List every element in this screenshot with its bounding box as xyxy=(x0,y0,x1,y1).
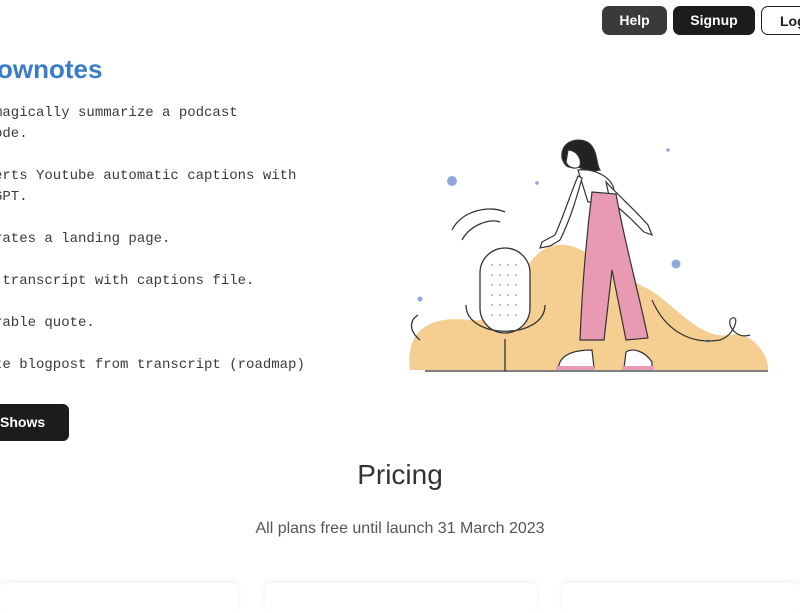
login-button[interactable]: Log xyxy=(761,6,800,35)
feature-item: erts Youtube automatic captions with GPT… xyxy=(0,168,297,205)
feature-item: magically summarize a podcast ode. xyxy=(0,105,238,142)
pricing-plans xyxy=(0,583,800,613)
plan-card xyxy=(562,583,800,613)
signup-button[interactable]: Signup xyxy=(673,6,755,35)
feature-item: transcript with captions file. xyxy=(0,273,255,289)
decor-dot xyxy=(666,148,670,152)
feature-item: te blogpost from transcript (roadmap) xyxy=(0,357,305,373)
brand-title: ownotes xyxy=(0,54,103,84)
plan-card xyxy=(0,583,238,613)
decor-dot xyxy=(417,296,423,302)
feature-item: rates a landing page. xyxy=(0,231,171,247)
shows-button[interactable]: Shows xyxy=(0,404,69,441)
decor-dot xyxy=(535,181,539,185)
help-button[interactable]: Help xyxy=(602,6,667,35)
plan-card xyxy=(265,583,537,613)
pricing-title: Pricing xyxy=(357,459,443,490)
top-nav: Help Signup Log xyxy=(0,6,800,36)
decor-dot xyxy=(671,259,681,269)
podcast-illustration xyxy=(400,130,780,380)
decor-dot xyxy=(447,176,457,186)
feature-list: magically summarize a podcast ode. erts … xyxy=(0,103,324,397)
pricing-subtitle: All plans free until launch 31 March 202… xyxy=(255,520,545,537)
feature-item: rable quote. xyxy=(0,315,95,331)
